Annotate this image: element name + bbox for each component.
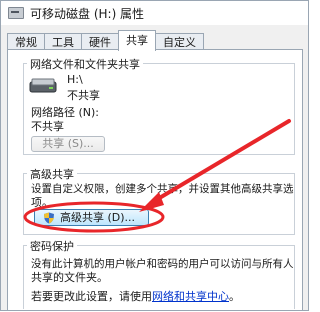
advanced-sharing-description-line1: 设置自定义权限，创建多个共享，并设置其他高级共享选 — [31, 183, 294, 195]
tab-strip: 常规 工具 硬件 共享 自定义 — [7, 30, 204, 51]
password-line3-prefix: 若要更改此设置，请使用 — [31, 290, 152, 303]
window-title: 可移动磁盘 (H:) 属性 — [30, 6, 145, 21]
advanced-sharing-button-label: 高级共享 (D)... — [60, 211, 136, 224]
drive-icon — [8, 7, 24, 19]
password-protection-title: 密码保护 — [27, 238, 77, 254]
drive-share-status: 不共享 — [67, 89, 100, 102]
advanced-sharing-button[interactable]: 高级共享 (D)... — [34, 209, 149, 226]
share-button[interactable]: 共享 (S)... — [31, 136, 105, 152]
removable-drive-icon — [29, 78, 57, 93]
drive-name: H:\ — [67, 73, 83, 86]
properties-window: 可移动磁盘 (H:) 属性 常规 工具 硬件 共享 自定义 网络文件和文件夹共享… — [0, 0, 309, 311]
tab-sharing[interactable]: 共享 — [118, 30, 156, 51]
password-line2: 共享的文件夹。 — [31, 271, 108, 284]
title-bar[interactable]: 可移动磁盘 (H:) 属性 — [1, 1, 308, 25]
password-line3: 若要更改此设置，请使用网络和共享中心。 — [31, 288, 240, 304]
network-sharing-center-link[interactable]: 网络和共享中心 — [152, 290, 229, 303]
uac-shield-icon — [44, 212, 54, 224]
password-line3-suffix: 。 — [229, 290, 240, 303]
advanced-sharing-description-line2: 项。 — [31, 196, 53, 209]
network-path-value: 不共享 — [31, 120, 64, 133]
advanced-sharing-title: 高级共享 — [27, 166, 77, 182]
network-sharing-title: 网络文件和文件夹共享 — [27, 56, 143, 72]
